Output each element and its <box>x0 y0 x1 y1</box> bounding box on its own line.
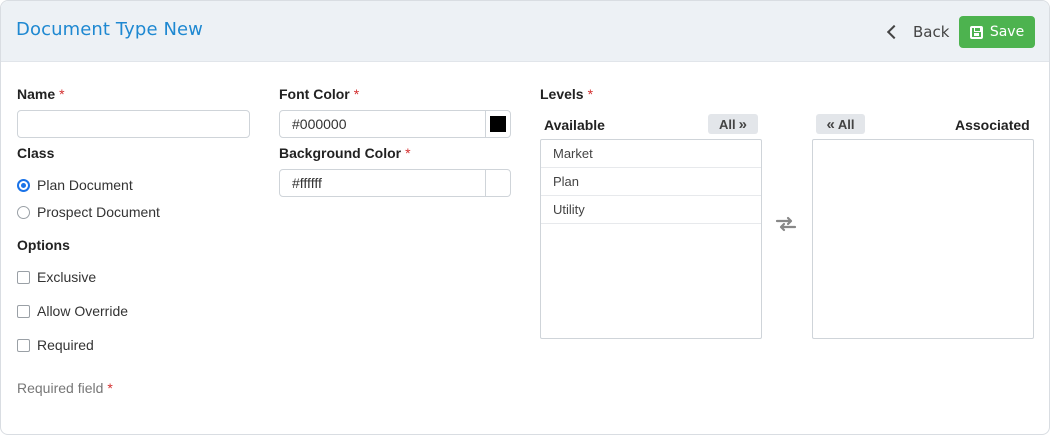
list-item[interactable]: Utility <box>541 196 761 224</box>
all-label: All <box>719 116 736 132</box>
required-mark: * <box>59 86 65 102</box>
checkbox[interactable] <box>17 338 30 352</box>
list-item[interactable]: Market <box>541 140 761 168</box>
back-label: Back <box>913 23 950 41</box>
available-label: Available <box>544 117 605 133</box>
class-label: Class <box>17 145 55 161</box>
checkbox-exclusive[interactable]: Exclusive <box>17 269 96 285</box>
levels-label: Levels * <box>540 86 593 102</box>
page-title: Document Type New <box>16 19 203 40</box>
background-color-input[interactable] <box>280 170 485 196</box>
required-mark: * <box>405 145 411 161</box>
name-label-text: Name <box>17 86 56 102</box>
font-color-picker[interactable] <box>485 111 510 137</box>
back-button[interactable]: Back <box>877 16 957 48</box>
list-item[interactable]: Plan <box>541 168 761 196</box>
save-label: Save <box>989 24 1025 40</box>
checkbox-label: Allow Override <box>37 303 129 319</box>
floppy-disk-icon <box>969 25 983 39</box>
background-color-picker[interactable] <box>485 170 510 196</box>
document-type-dialog: Document Type New Back Save Name * Class … <box>0 0 1050 435</box>
all-label: All <box>837 116 855 132</box>
name-label: Name * <box>17 86 65 102</box>
font-color-label-text: Font Color <box>279 86 350 102</box>
radio-plan-document[interactable]: Plan Document <box>17 177 133 193</box>
double-chevron-left-icon: « <box>826 115 835 133</box>
move-all-left-button[interactable]: « All <box>816 114 865 134</box>
checkbox[interactable] <box>17 304 30 318</box>
swap-arrows-icon[interactable] <box>775 215 797 233</box>
name-input[interactable] <box>17 110 250 138</box>
radio-button[interactable] <box>17 205 30 219</box>
available-list[interactable]: Market Plan Utility <box>540 139 762 339</box>
color-swatch <box>490 116 506 132</box>
required-field-note: Required field * <box>17 380 113 396</box>
checkbox-allow-override[interactable]: Allow Override <box>17 303 128 319</box>
checkbox-label: Required <box>37 337 94 353</box>
radio-button-selected[interactable] <box>17 178 30 192</box>
required-field-text: Required field <box>17 380 104 396</box>
color-swatch <box>490 175 506 191</box>
font-color-input[interactable] <box>280 111 485 137</box>
save-button[interactable]: Save <box>959 16 1035 48</box>
font-color-label: Font Color * <box>279 86 359 102</box>
levels-label-text: Levels <box>540 86 584 102</box>
font-color-field <box>279 110 511 138</box>
background-color-label: Background Color * <box>279 145 411 161</box>
associated-label: Associated <box>955 117 1030 133</box>
background-color-field <box>279 169 511 197</box>
dialog-header: Document Type New Back Save <box>1 1 1049 62</box>
double-chevron-right-icon: » <box>738 115 747 133</box>
checkbox-required[interactable]: Required <box>17 337 94 353</box>
associated-list[interactable] <box>812 139 1034 339</box>
required-mark: * <box>107 380 113 396</box>
move-all-right-button[interactable]: All » <box>708 114 758 134</box>
background-color-label-text: Background Color <box>279 145 402 161</box>
checkbox-label: Exclusive <box>37 269 97 285</box>
chevron-left-icon <box>886 24 902 40</box>
radio-label: Plan Document <box>37 177 133 193</box>
options-label: Options <box>17 237 70 253</box>
required-mark: * <box>353 86 360 102</box>
required-mark: * <box>587 86 594 102</box>
radio-label: Prospect Document <box>37 204 160 220</box>
checkbox[interactable] <box>17 270 30 284</box>
radio-prospect-document[interactable]: Prospect Document <box>17 204 160 220</box>
